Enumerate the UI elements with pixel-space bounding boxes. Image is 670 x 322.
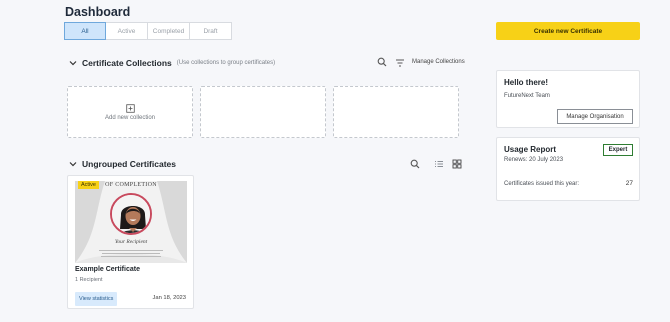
status-tabs: All Active Completed Draft — [64, 22, 232, 40]
view-statistics-button[interactable]: View statistics — [75, 292, 118, 306]
ungrouped-title: Ungrouped Certificates — [82, 159, 176, 169]
tab-active[interactable]: Active — [106, 22, 148, 40]
tab-completed[interactable]: Completed — [148, 22, 190, 40]
plan-badge: Expert — [603, 144, 633, 156]
tab-draft[interactable]: Draft — [190, 22, 232, 40]
thumbnail-text-lines — [75, 248, 187, 259]
grid-view-icon[interactable] — [452, 159, 462, 169]
recipient-placeholder: Your Recipient — [114, 239, 148, 245]
manage-organisation-button[interactable]: Manage Organisation — [557, 109, 633, 124]
certificate-card[interactable]: OF COMPLETION Your Recipient Active Exam… — [67, 175, 194, 309]
collection-placeholder — [333, 86, 459, 138]
usage-title: Usage Report — [504, 145, 557, 154]
tab-all[interactable]: All — [64, 22, 106, 40]
list-view-icon[interactable] — [434, 159, 444, 169]
chevron-down-icon[interactable] — [68, 58, 78, 68]
collections-header: Certificate Collections (Use collections… — [68, 58, 275, 68]
issued-count: 27 — [625, 180, 633, 187]
manage-collections-link[interactable]: Manage Collections — [412, 59, 465, 65]
recipient-avatar — [110, 193, 152, 235]
certificate-thumbnail[interactable]: OF COMPLETION Your Recipient Active — [75, 181, 187, 263]
collections-title: Certificate Collections — [82, 58, 172, 68]
welcome-title: Hello there! — [504, 78, 549, 87]
create-certificate-button[interactable]: Create new Certificate — [496, 22, 640, 40]
filter-icon[interactable] — [395, 58, 405, 68]
issued-label: Certificates issued this year: — [504, 181, 580, 187]
collection-placeholder — [200, 86, 326, 138]
recipient-count: 1 Recipient — [75, 277, 103, 283]
status-badge: Active — [78, 181, 99, 189]
chevron-down-icon[interactable] — [68, 159, 78, 169]
renewal-date: Renews: 20 July 2023 — [504, 157, 564, 163]
add-collection-label: Add new collection — [104, 114, 156, 121]
plus-square-icon — [125, 103, 135, 113]
welcome-panel: Hello there! FutureNext Team Manage Orga… — [496, 70, 640, 128]
page-title: Dashboard — [65, 5, 131, 19]
team-name: FutureNext Team — [504, 93, 550, 99]
usage-report-panel: Usage Report Expert Renews: 20 July 2023… — [496, 137, 640, 201]
certificate-title[interactable]: Example Certificate — [75, 266, 140, 273]
collections-subtitle: (Use collections to group certificates) — [176, 60, 276, 66]
search-icon[interactable] — [377, 57, 387, 67]
add-collection-card[interactable]: Add new collection — [67, 86, 193, 138]
search-icon[interactable] — [410, 159, 420, 169]
ungrouped-header: Ungrouped Certificates — [68, 159, 176, 169]
certificate-date: Jan 18, 2023 — [152, 295, 186, 301]
